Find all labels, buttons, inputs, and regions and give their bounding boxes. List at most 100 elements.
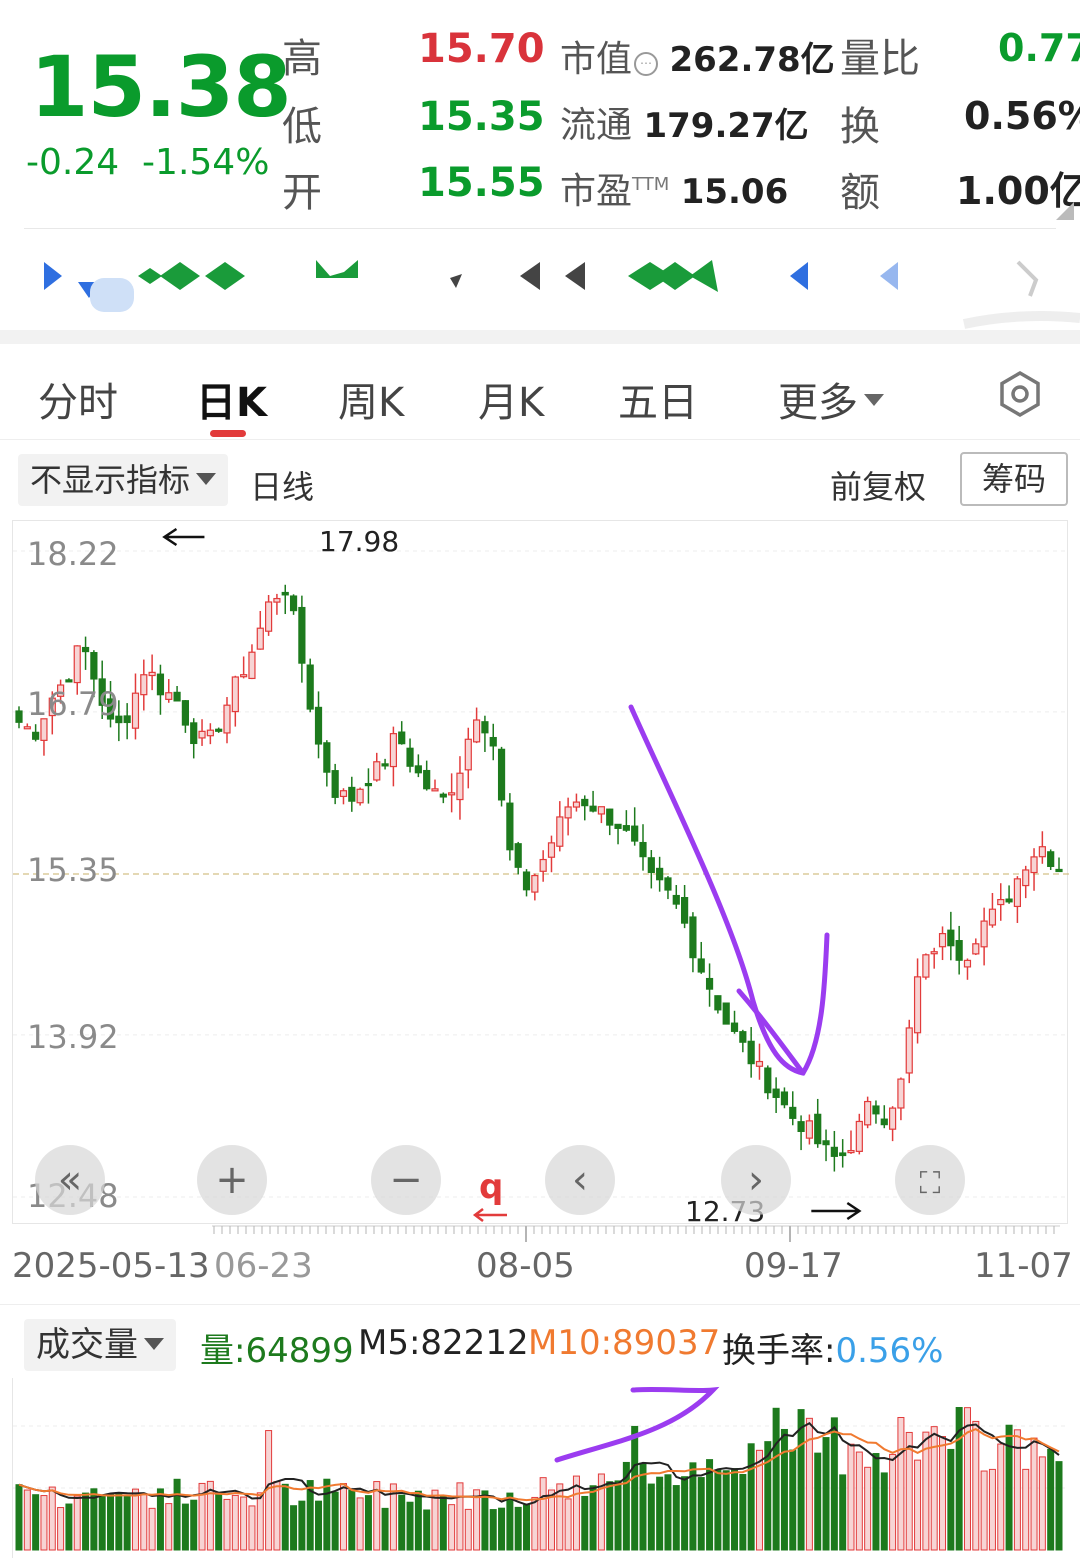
candle-up bbox=[206, 729, 214, 737]
tab-weekly-k[interactable]: 周K bbox=[338, 370, 404, 428]
candle-up bbox=[256, 627, 264, 650]
tab-intraday[interactable]: 分时 bbox=[38, 370, 118, 428]
adjust-select[interactable]: 前复权 bbox=[830, 462, 926, 508]
candle-down bbox=[697, 958, 705, 973]
volume-bar-down bbox=[414, 1490, 422, 1551]
zoom-out-button[interactable]: − bbox=[371, 1145, 441, 1215]
volume-bar-down bbox=[830, 1417, 838, 1551]
settings-icon[interactable] bbox=[996, 370, 1044, 418]
candle-down bbox=[306, 664, 314, 710]
volume-bar-down bbox=[1005, 1424, 1013, 1551]
candle-up bbox=[223, 704, 231, 734]
active-tab-indicator bbox=[210, 430, 246, 437]
candle-down bbox=[289, 595, 298, 612]
volume-bar-down bbox=[631, 1425, 639, 1551]
zoom-out-icon: − bbox=[389, 1157, 423, 1203]
candle-down bbox=[15, 710, 23, 723]
next-button[interactable]: › bbox=[721, 1145, 791, 1215]
volume-bar-down bbox=[664, 1474, 672, 1551]
vol-ratio-value: 0.77 bbox=[998, 26, 1080, 70]
volume-bar-down bbox=[514, 1506, 522, 1551]
low-value: 15.35 bbox=[418, 94, 545, 140]
volume-bar-down bbox=[173, 1478, 181, 1551]
rewind-button[interactable]: « bbox=[35, 1145, 105, 1215]
x-tick-label: 09-17 bbox=[744, 1246, 843, 1286]
volume-bar-down bbox=[98, 1494, 106, 1551]
volume-bar-down bbox=[523, 1504, 531, 1551]
pe-label: 市盈 bbox=[560, 171, 633, 212]
indicator-select[interactable]: 不显示指标 bbox=[18, 454, 229, 506]
tab-more[interactable]: 更多 bbox=[778, 370, 884, 428]
candle-down bbox=[173, 691, 181, 702]
high-value: 15.70 bbox=[418, 26, 545, 72]
candle-down bbox=[947, 929, 955, 947]
candle-up bbox=[597, 806, 606, 815]
candle-up bbox=[448, 792, 456, 796]
volume-bar-down bbox=[481, 1490, 489, 1551]
tab-monthly-k[interactable]: 月K bbox=[478, 370, 544, 428]
candle-down bbox=[647, 857, 655, 874]
candle-down bbox=[406, 747, 414, 767]
candle-down bbox=[65, 679, 73, 683]
quote-header: 15.38 -0.24 -1.54% 高 15.70 低 15.35 开 15.… bbox=[0, 0, 1080, 230]
volume-bar-up bbox=[897, 1416, 905, 1551]
candlestick-chart[interactable]: 18.22 16.79 15.35 13.92 12.48 17.98 12.7… bbox=[12, 520, 1069, 1228]
chevron-down-icon bbox=[864, 394, 884, 406]
fullscreen-button[interactable]: ⛶ bbox=[895, 1145, 965, 1215]
rewind-icon: « bbox=[57, 1157, 83, 1203]
volume-bar-up bbox=[988, 1468, 996, 1551]
chart-toolbar: 不显示指标 日线 前复权 筹码 bbox=[0, 440, 1080, 520]
info-icon[interactable]: ⋯ bbox=[634, 52, 659, 76]
candle-up bbox=[1038, 846, 1046, 858]
candle-up bbox=[897, 1078, 905, 1109]
change-amount: -0.24 bbox=[26, 142, 120, 183]
mktcap-row[interactable]: 市值 ⋯ 262.78亿 bbox=[560, 30, 835, 82]
chips-button[interactable]: 筹码 bbox=[960, 452, 1068, 506]
candle-up bbox=[938, 933, 947, 948]
candle-down bbox=[348, 786, 356, 802]
candle-down bbox=[614, 823, 622, 829]
candle-down bbox=[747, 1040, 755, 1065]
volume-bar-down bbox=[822, 1437, 830, 1551]
volume-bar-up bbox=[963, 1407, 971, 1551]
volume-bar-down bbox=[656, 1476, 664, 1551]
vol-ratio-label: 量比 bbox=[840, 36, 920, 82]
volume-bars[interactable] bbox=[13, 1378, 1069, 1558]
high-marker-label: 17.98 bbox=[319, 525, 400, 558]
volume-indicator-select[interactable]: 成交量 bbox=[24, 1319, 176, 1371]
volume-bar-down bbox=[348, 1489, 356, 1551]
candle-down bbox=[722, 1002, 730, 1025]
candle-up bbox=[864, 1100, 872, 1126]
volume-bar-up bbox=[547, 1489, 555, 1551]
candle-up bbox=[564, 806, 572, 819]
zoom-in-button[interactable]: + bbox=[197, 1145, 267, 1215]
last-price: 15.38 bbox=[30, 38, 292, 136]
candle-up bbox=[556, 816, 564, 847]
candle-down bbox=[581, 798, 589, 807]
volume-bar-down bbox=[1055, 1461, 1063, 1551]
volume-bar-up bbox=[256, 1492, 264, 1551]
tab-daily-k[interactable]: 日K bbox=[196, 370, 267, 428]
volume-bar-down bbox=[115, 1492, 123, 1551]
volume-bar-up bbox=[448, 1504, 456, 1551]
tab-five-day[interactable]: 五日 bbox=[618, 370, 698, 428]
volume-bar-down bbox=[581, 1495, 589, 1551]
volume-chart[interactable] bbox=[12, 1378, 1069, 1558]
candle-up bbox=[980, 920, 988, 948]
candle-down bbox=[780, 1091, 789, 1106]
volume-bar-up bbox=[1030, 1437, 1038, 1551]
candle-down bbox=[281, 591, 289, 596]
expand-corner-icon[interactable] bbox=[1056, 202, 1074, 220]
volume-bar-down bbox=[82, 1492, 90, 1551]
volume-bar-down bbox=[381, 1507, 389, 1551]
volume-bar-up bbox=[431, 1489, 439, 1551]
volume-bar-down bbox=[423, 1509, 431, 1551]
candle-up bbox=[547, 842, 556, 858]
candle-down bbox=[398, 731, 406, 745]
prev-button[interactable]: ‹ bbox=[545, 1145, 615, 1215]
volume-bar-down bbox=[789, 1449, 797, 1551]
candle-down bbox=[506, 802, 514, 851]
candlestick-plot[interactable] bbox=[13, 521, 1069, 1225]
fullscreen-icon: ⛶ bbox=[919, 1166, 941, 1201]
volume-bar-down bbox=[65, 1503, 73, 1551]
